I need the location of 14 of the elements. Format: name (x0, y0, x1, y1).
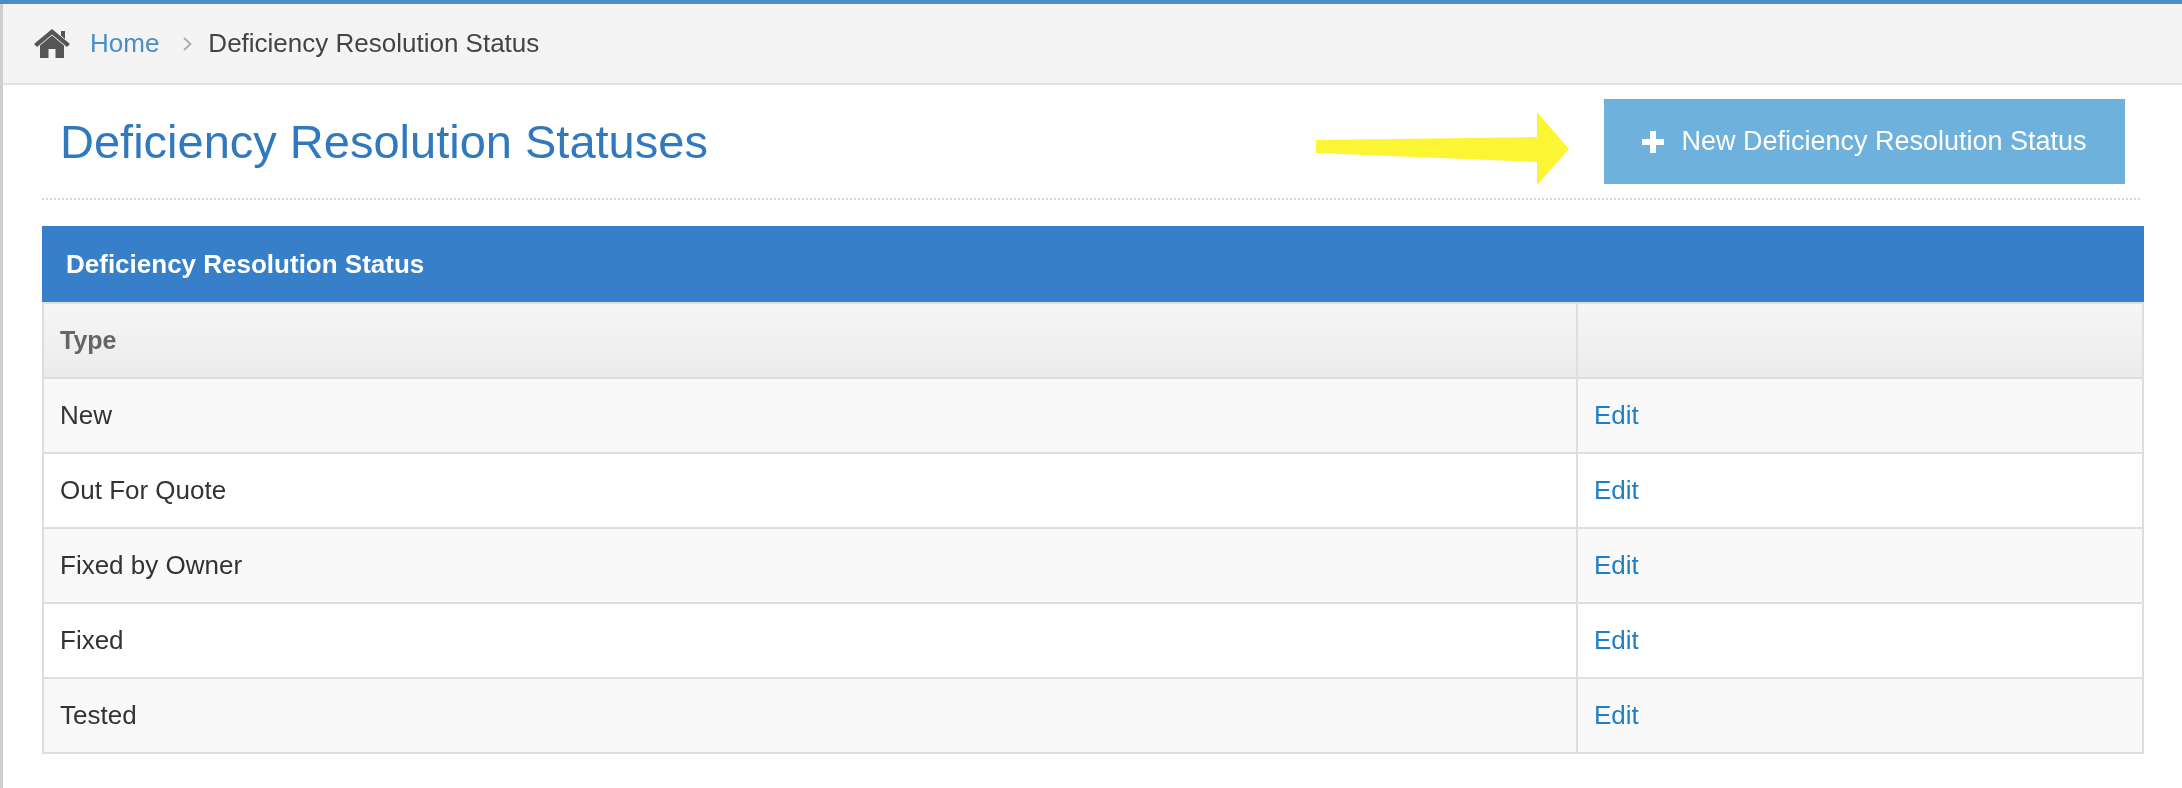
edit-link[interactable]: Edit (1594, 550, 1639, 580)
home-icon[interactable] (34, 29, 70, 58)
column-header: Type (43, 303, 1577, 378)
new-status-button[interactable]: New Deficiency Resolution Status (1604, 99, 2125, 184)
edit-link[interactable]: Edit (1594, 475, 1639, 505)
chevron-icon (183, 36, 193, 51)
breadcrumb-current: Deficiency Resolution Status (208, 27, 540, 60)
edit-link[interactable]: Edit (1594, 700, 1639, 730)
panel-heading: Deficiency Resolution Status (42, 226, 2144, 302)
edit-link[interactable]: Edit (1594, 625, 1639, 655)
edit-link[interactable]: Edit (1594, 400, 1639, 430)
plus-icon (1642, 130, 1665, 153)
breadcrumb-link[interactable]: Home (90, 24, 160, 63)
table-cell: Tested (43, 678, 1577, 753)
